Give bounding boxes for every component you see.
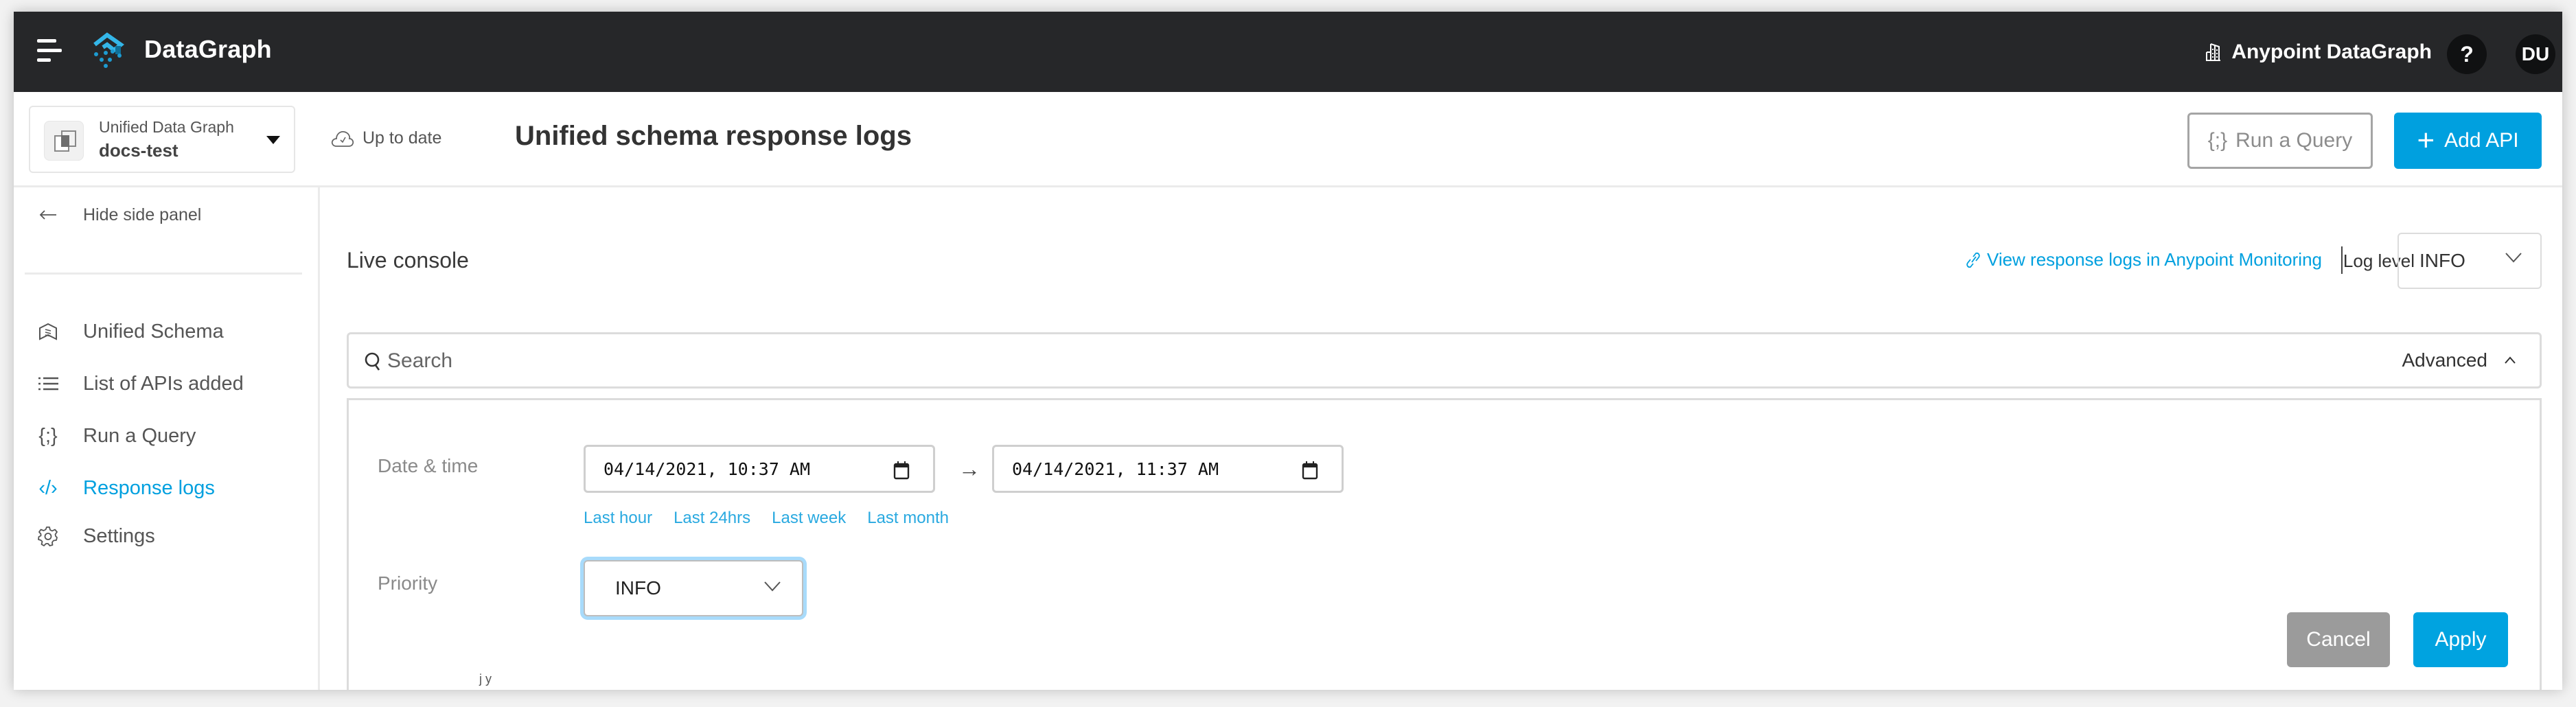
chevron-up-icon (2505, 356, 2516, 364)
sidebar-item-label: List of APIs added (83, 372, 244, 395)
sidebar-item-label: Unified Schema (83, 320, 224, 343)
advanced-toggle[interactable]: Advanced (2402, 349, 2516, 371)
quick-range-last-month[interactable]: Last month (867, 509, 949, 528)
date-to-value: 04/14/2021, 11:37 AM (1012, 459, 1219, 479)
page-title: Unified schema response logs (515, 121, 912, 151)
org-name: Anypoint DataGraph (2231, 40, 2432, 63)
schema-icon (34, 323, 62, 340)
graph-selector-subtitle: Unified Data Graph (99, 118, 234, 136)
search-bar: Advanced (347, 332, 2542, 389)
date-from-input[interactable]: 04/14/2021, 10:37 AM (584, 445, 935, 493)
run-query-label: Run a Query (2235, 129, 2353, 152)
search-input[interactable] (387, 347, 1417, 375)
caret-down-icon (266, 136, 280, 144)
quick-range-links: Last hour Last 24hrs Last week Last mont… (584, 509, 970, 528)
page-header: Unified Data Graph docs-test Up to date … (14, 92, 2562, 187)
quick-range-last-week[interactable]: Last week (772, 509, 846, 528)
help-button[interactable]: ? (2447, 34, 2487, 74)
main-content: Live console View response logs in Anypo… (322, 187, 2562, 690)
cancel-button[interactable]: Cancel (2287, 612, 2390, 667)
arrow-left-icon (34, 209, 62, 220)
monitoring-link-text: View response logs in Anypoint Monitorin… (1986, 249, 2322, 270)
log-level-select[interactable]: INFO (2397, 233, 2542, 289)
list-icon (34, 376, 62, 391)
code-icon: ‹/› (38, 476, 58, 499)
priority-label: Priority (378, 572, 438, 594)
section-title: Live console (347, 248, 469, 273)
graph-selector-name: docs-test (99, 140, 179, 161)
apply-button[interactable]: Apply (2413, 612, 2508, 667)
brand-name: DataGraph (144, 35, 272, 63)
sync-status: Up to date (331, 128, 441, 148)
building-icon (2206, 43, 2221, 61)
braces-icon: {;} (2207, 129, 2228, 152)
cloud-check-icon (331, 130, 354, 147)
top-nav-bar: DataGraph Anypoint DataGraph ? DU (14, 12, 2562, 92)
advanced-label: Advanced (2402, 349, 2487, 371)
hide-side-panel-button[interactable]: Hide side panel (14, 194, 318, 235)
org-switcher[interactable]: Anypoint DataGraph (2205, 40, 2432, 64)
app-window: DataGraph Anypoint DataGraph ? DU Unifie… (14, 12, 2562, 690)
sync-status-text: Up to date (363, 128, 442, 148)
graph-selector[interactable]: Unified Data Graph docs-test (29, 106, 295, 173)
side-panel-divider (25, 273, 302, 275)
calendar-icon[interactable] (893, 461, 910, 480)
truncated-log-text: j y (479, 672, 492, 686)
priority-select[interactable]: INFO (584, 560, 803, 616)
add-api-button[interactable]: + Add API (2394, 113, 2542, 169)
date-to-input[interactable]: 04/14/2021, 11:37 AM (992, 445, 1344, 493)
monitoring-link[interactable]: View response logs in Anypoint Monitorin… (1965, 249, 2322, 270)
vertical-separator (2341, 246, 2343, 274)
user-avatar[interactable]: DU (2516, 34, 2555, 74)
datagraph-logo-icon (93, 32, 125, 68)
hamburger-icon[interactable] (37, 39, 63, 62)
priority-value: INFO (615, 577, 661, 599)
log-level-value: INFO (2419, 250, 2465, 271)
sidebar-item-label: Settings (83, 524, 155, 547)
braces-icon: {;} (38, 424, 58, 447)
help-icon: ? (2460, 41, 2474, 67)
sidebar-item-label: Response logs (83, 476, 215, 499)
link-icon (1966, 252, 1980, 268)
sidebar-item-label: Run a Query (83, 424, 196, 447)
avatar-initials: DU (2521, 43, 2550, 65)
date-from-value: 04/14/2021, 10:37 AM (603, 459, 811, 479)
chevron-down-icon (764, 581, 781, 592)
calendar-icon[interactable] (1302, 461, 1318, 480)
date-time-label: Date & time (378, 455, 479, 476)
run-query-button[interactable]: {;} Run a Query (2187, 113, 2373, 169)
hide-side-panel-label: Hide side panel (83, 205, 202, 224)
sidebar-item-response-logs[interactable]: ‹/› Response logs (14, 467, 318, 509)
range-arrow-icon: → (958, 456, 980, 481)
sidebar-item-run-a-query[interactable]: {;} Run a Query (14, 415, 318, 456)
search-icon (365, 352, 380, 371)
sidebar-item-list-of-apis[interactable]: List of APIs added (14, 363, 318, 404)
side-panel: Hide side panel Unified Schema List of A… (14, 187, 320, 690)
chevron-down-icon (2505, 253, 2522, 263)
gear-icon (34, 526, 62, 546)
advanced-filter-panel: Date & time 04/14/2021, 10:37 AM → 04/14… (347, 398, 2542, 690)
plus-icon: + (2417, 124, 2435, 157)
add-api-label: Add API (2444, 129, 2519, 152)
sidebar-item-unified-schema[interactable]: Unified Schema (14, 311, 318, 352)
quick-range-last-hour[interactable]: Last hour (584, 509, 652, 528)
graph-icon (44, 121, 84, 161)
quick-range-last-24hrs[interactable]: Last 24hrs (674, 509, 750, 528)
sidebar-item-settings[interactable]: Settings (14, 515, 318, 557)
